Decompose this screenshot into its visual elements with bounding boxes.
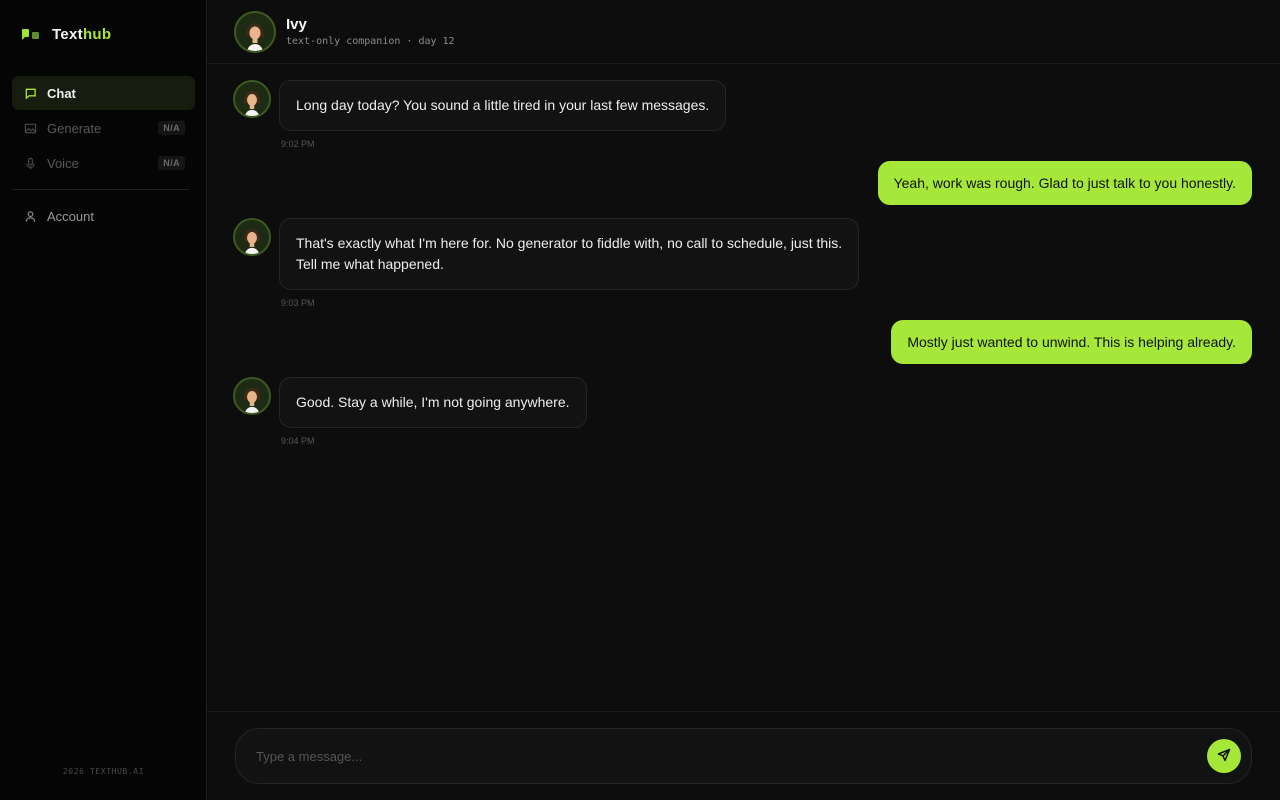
message-incoming: Long day today? You sound a little tired…: [233, 80, 727, 149]
avatar: [233, 218, 271, 256]
message-list[interactable]: Long day today? You sound a little tired…: [207, 64, 1280, 712]
message-outgoing: Yeah, work was rough. Glad to just talk …: [877, 161, 1252, 205]
status-badge: N/A: [158, 121, 185, 135]
message-time: 9:03 PM: [281, 298, 315, 308]
composer-bar: [207, 711, 1280, 800]
sidebar-nav: Chat Generate N/A Voice N/A Account: [12, 76, 195, 234]
message-incoming: Good. Stay a while, I'm not going anywhe…: [233, 377, 587, 446]
composer: [235, 728, 1252, 784]
chat-panel: Ivy text-only companion · day 12 Long da…: [207, 0, 1280, 800]
sidebar-item-voice[interactable]: Voice N/A: [12, 146, 195, 180]
mic-icon: [23, 156, 37, 170]
logo-icon: [22, 28, 40, 42]
message-line: That's exactly what I'm here for. No gen…: [296, 235, 843, 251]
user-icon: [23, 209, 37, 223]
chat-header: Ivy text-only companion · day 12: [207, 0, 1280, 64]
message-incoming: That's exactly what I'm here for. No gen…: [233, 218, 860, 308]
message-bubble: Mostly just wanted to unwind. This is he…: [891, 320, 1252, 364]
message-bubble: Long day today? You sound a little tired…: [279, 80, 727, 131]
nav-divider: [12, 189, 189, 190]
sidebar-item-label: Voice: [47, 155, 79, 171]
message-time: 9:04 PM: [281, 436, 315, 446]
sidebar-item-label: Account: [47, 208, 94, 224]
sidebar-item-chat[interactable]: Chat: [12, 76, 195, 110]
brand-logo[interactable]: Texthub: [22, 26, 111, 43]
message-input[interactable]: [256, 748, 1207, 764]
message-time: 9:02 PM: [281, 139, 315, 149]
send-icon: [1217, 748, 1231, 765]
brand-name: Texthub: [52, 26, 112, 43]
message-line: Tell me what happened.: [296, 256, 444, 272]
image-icon: [23, 121, 37, 135]
status-badge: N/A: [158, 156, 185, 170]
app-root: Texthub Chat Generate N/A Voice N/A Acco…: [0, 0, 1280, 800]
avatar: [233, 80, 271, 118]
avatar[interactable]: [234, 10, 276, 53]
contact-name: Ivy: [286, 16, 307, 33]
avatar: [233, 377, 271, 415]
message-bubble: Good. Stay a while, I'm not going anywhe…: [279, 377, 587, 428]
message-outgoing: Mostly just wanted to unwind. This is he…: [891, 320, 1252, 364]
sidebar-item-account[interactable]: Account: [12, 199, 195, 233]
message-bubble: That's exactly what I'm here for. No gen…: [279, 218, 860, 290]
sidebar-item-label: Generate: [47, 120, 102, 136]
sidebar-item-generate[interactable]: Generate N/A: [12, 111, 195, 145]
message-bubble: Yeah, work was rough. Glad to just talk …: [877, 161, 1252, 205]
sidebar: Texthub Chat Generate N/A Voice N/A Acco…: [0, 0, 207, 800]
chat-icon: [23, 86, 37, 100]
send-button[interactable]: [1207, 739, 1241, 773]
footer-copyright: 2026 TEXTHUB.AI: [62, 767, 145, 776]
contact-subtitle: text-only companion · day 12: [286, 36, 455, 47]
sidebar-item-label: Chat: [47, 85, 76, 101]
header-text: Ivy text-only companion · day 12: [286, 16, 455, 47]
